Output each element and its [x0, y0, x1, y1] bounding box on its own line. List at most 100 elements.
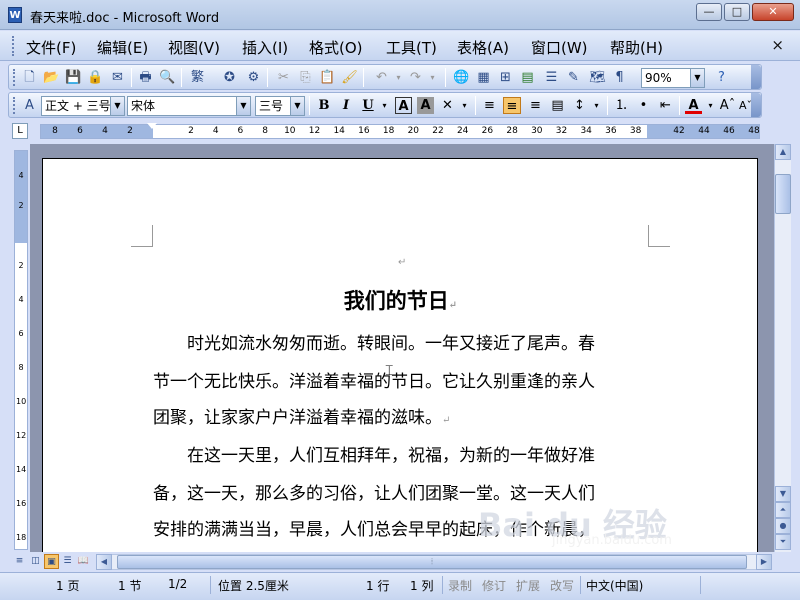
- font-combobox[interactable]: 宋体 ▼: [127, 96, 251, 116]
- document-line[interactable]: 在这一天里，人们互相拜年，祝福，为新的一年做好准: [153, 441, 648, 466]
- document-area[interactable]: ↵ 我们的节日↵ 时光如流水匆匆而逝。转眼间。一年又接近了尾声。春 节一个无比快…: [30, 144, 774, 552]
- format-painter-icon[interactable]: 🖌: [341, 69, 358, 86]
- vertical-scrollbar[interactable]: ▲ ▼ ⏶ ● ⏷: [774, 144, 791, 552]
- first-line-indent-marker[interactable]: [147, 123, 157, 129]
- chevron-down-icon[interactable]: ▼: [290, 97, 304, 115]
- font-color-dropdown-icon[interactable]: ▾: [702, 97, 719, 114]
- align-right-icon[interactable]: ≡: [527, 97, 544, 114]
- zoom-combobox[interactable]: 90% ▼: [641, 68, 705, 88]
- drawing-icon[interactable]: ✎: [565, 69, 582, 86]
- font-size-combobox[interactable]: 三号 ▼: [255, 96, 305, 116]
- print-layout-view-icon[interactable]: ▣: [44, 554, 59, 569]
- numbering-icon[interactable]: ⒈: [613, 97, 630, 114]
- help-icon[interactable]: ?: [713, 69, 730, 86]
- status-record[interactable]: 录制: [448, 577, 472, 594]
- menu-help[interactable]: 帮助(H): [610, 37, 663, 58]
- save-icon[interactable]: 💾: [65, 69, 82, 86]
- print-preview-icon[interactable]: 🔍: [159, 69, 176, 86]
- menu-file[interactable]: 文件(F): [26, 37, 76, 58]
- undo-dropdown-icon[interactable]: ▾: [390, 69, 407, 86]
- reading-view-icon[interactable]: 📖: [76, 554, 91, 569]
- new-document-icon[interactable]: 🗋: [21, 69, 38, 86]
- character-shading-icon[interactable]: A: [417, 97, 434, 114]
- document-map-icon[interactable]: 🗺: [589, 69, 606, 86]
- character-border-icon[interactable]: A: [395, 97, 412, 114]
- select-browse-object-icon[interactable]: ●: [775, 518, 791, 534]
- horizontal-ruler[interactable]: 8 6 4 2 2 4 6 8 10 12 14 16 18 20 22 24 26 28 30 32 34 36 38 42…: [40, 123, 760, 139]
- status-language[interactable]: 中文(中国): [586, 577, 643, 594]
- tables-borders-icon[interactable]: ▦: [475, 69, 492, 86]
- menu-insert[interactable]: 插入(I): [242, 37, 288, 58]
- align-justify-icon[interactable]: ≡: [481, 97, 498, 114]
- decrease-indent-icon[interactable]: ⇤: [657, 97, 674, 114]
- horizontal-scrollbar[interactable]: ◀ ⦙ ▶: [96, 554, 772, 570]
- style-combobox[interactable]: 正文 + 三号 ▼: [41, 96, 125, 116]
- character-scaling-dropdown-icon[interactable]: ▾: [456, 97, 473, 114]
- menu-format[interactable]: 格式(O): [309, 37, 363, 58]
- permission-icon[interactable]: 🔒: [87, 69, 104, 86]
- align-center-button[interactable]: ≡: [503, 97, 521, 114]
- redo-dropdown-icon[interactable]: ▾: [424, 69, 441, 86]
- status-extend[interactable]: 扩展: [516, 577, 540, 594]
- document-line[interactable]: 时光如流水匆匆而逝。转眼间。一年又接近了尾声。春: [153, 329, 648, 354]
- italic-button[interactable]: I: [337, 97, 355, 114]
- document-line[interactable]: 节一个无比快乐。洋溢着幸福的节日。它让久别重逢的亲人: [153, 367, 648, 392]
- chevron-down-icon[interactable]: ▼: [236, 97, 250, 115]
- open-folder-icon[interactable]: 📂: [43, 69, 60, 86]
- font-color-icon[interactable]: A: [685, 97, 702, 114]
- document-heading[interactable]: 我们的节日↵: [153, 285, 648, 315]
- outline-view-icon[interactable]: ☰: [60, 554, 75, 569]
- menubar-grip[interactable]: [12, 36, 15, 56]
- previous-page-icon[interactable]: ⏶: [775, 502, 791, 518]
- show-hide-icon[interactable]: ¶: [611, 69, 628, 86]
- word-app-icon[interactable]: W: [8, 7, 22, 23]
- menu-table[interactable]: 表格(A): [457, 37, 509, 58]
- scroll-down-icon[interactable]: ▼: [775, 486, 791, 502]
- toolbar-options-icon[interactable]: [751, 65, 761, 89]
- status-track-changes[interactable]: 修订: [482, 577, 506, 594]
- line-spacing-dropdown-icon[interactable]: ▾: [588, 97, 605, 114]
- bullets-icon[interactable]: •: [635, 97, 652, 114]
- normal-view-icon[interactable]: ≡: [12, 554, 27, 569]
- grow-font-icon[interactable]: Aˆ: [719, 97, 736, 114]
- status-overtype[interactable]: 改写: [550, 577, 574, 594]
- translate-icon[interactable]: ⚙: [245, 69, 262, 86]
- web-view-icon[interactable]: ◫: [28, 554, 43, 569]
- menu-view[interactable]: 视图(V): [168, 37, 220, 58]
- styles-formatting-icon[interactable]: A: [21, 97, 38, 114]
- minimize-button[interactable]: —: [696, 3, 722, 21]
- email-icon[interactable]: ✉: [109, 69, 126, 86]
- tab-stop-selector[interactable]: L: [12, 123, 28, 139]
- cut-icon[interactable]: ✂: [275, 69, 292, 86]
- scroll-up-icon[interactable]: ▲: [775, 144, 791, 160]
- menu-tools[interactable]: 工具(T): [386, 37, 437, 58]
- paste-icon[interactable]: 📋: [319, 69, 336, 86]
- maximize-button[interactable]: □: [724, 3, 750, 21]
- underline-dropdown-icon[interactable]: ▾: [376, 97, 393, 114]
- document-close-button[interactable]: ×: [771, 36, 784, 54]
- copy-icon[interactable]: ⎘: [297, 69, 314, 86]
- toolbar-grip[interactable]: [13, 97, 16, 114]
- vertical-scroll-thumb[interactable]: [775, 174, 791, 214]
- menu-edit[interactable]: 编辑(E): [97, 37, 148, 58]
- title-bar[interactable]: W 春天来啦.doc - Microsoft Word — □ ✕: [0, 0, 800, 30]
- chevron-down-icon[interactable]: ▼: [110, 97, 124, 115]
- redo-icon[interactable]: ↷: [407, 69, 424, 86]
- hyperlink-icon[interactable]: 🌐: [453, 69, 470, 86]
- menu-window[interactable]: 窗口(W): [531, 37, 588, 58]
- document-line[interactable]: 团聚，让家家户户洋溢着幸福的滋味。↵: [153, 403, 648, 428]
- distributed-icon[interactable]: ▤: [549, 97, 566, 114]
- spelling-icon[interactable]: 繁: [189, 69, 206, 86]
- insert-table-icon[interactable]: ⊞: [497, 69, 514, 86]
- chevron-down-icon[interactable]: ▼: [690, 69, 704, 87]
- toolbar-options-icon[interactable]: [751, 93, 761, 117]
- vertical-ruler[interactable]: 4 2 2 4 6 8 10 12 14 16 18: [14, 150, 28, 550]
- bold-button[interactable]: B: [315, 97, 333, 114]
- research-icon[interactable]: ✪: [221, 69, 238, 86]
- character-scaling-icon[interactable]: ✕: [439, 97, 456, 114]
- columns-icon[interactable]: ☰: [543, 69, 560, 86]
- undo-icon[interactable]: ↶: [373, 69, 390, 86]
- scroll-left-icon[interactable]: ◀: [96, 554, 112, 570]
- insert-excel-icon[interactable]: ▤: [519, 69, 536, 86]
- document-page[interactable]: ↵ 我们的节日↵ 时光如流水匆匆而逝。转眼间。一年又接近了尾声。春 节一个无比快…: [42, 158, 758, 552]
